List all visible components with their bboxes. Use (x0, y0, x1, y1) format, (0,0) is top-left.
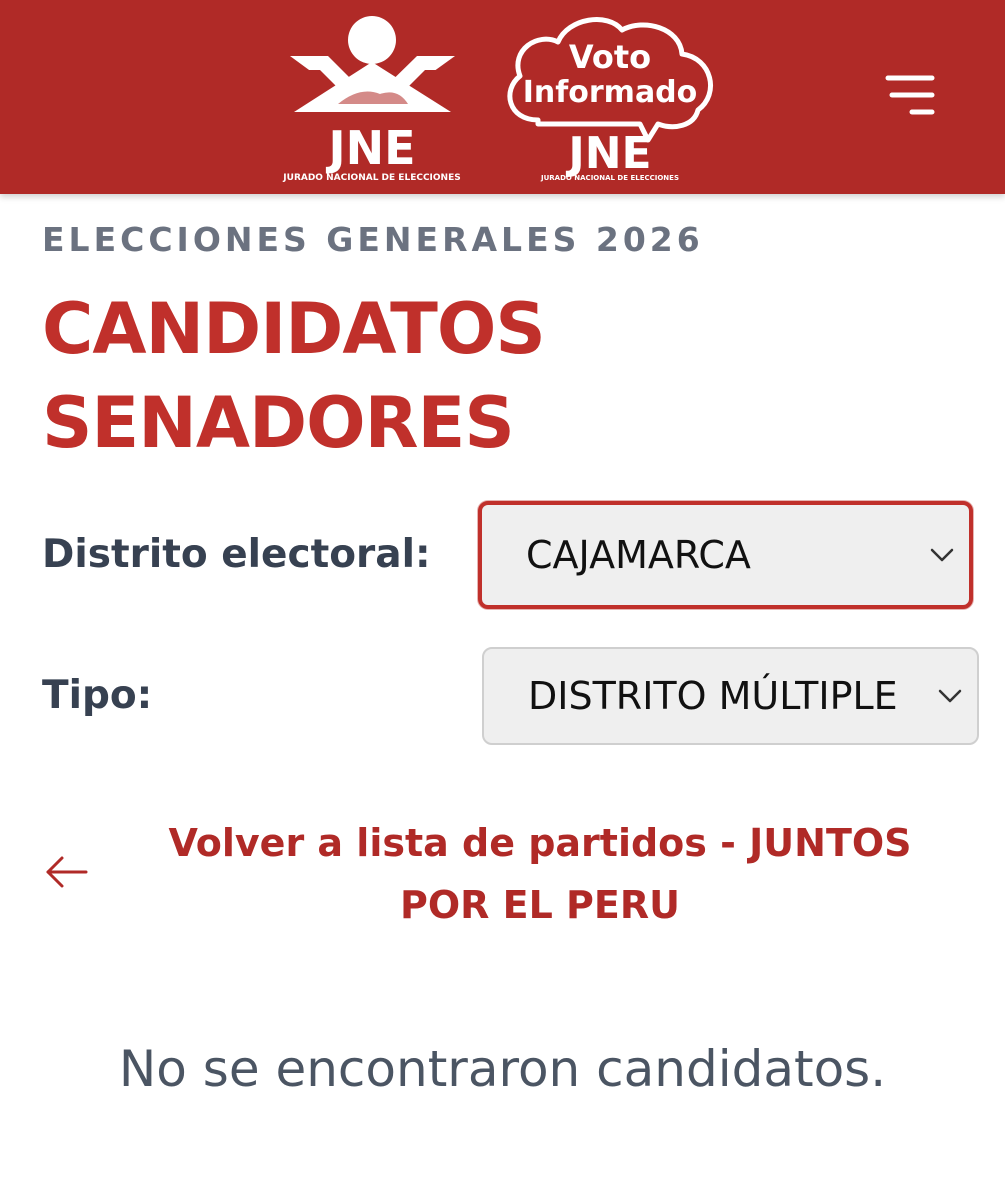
page-title-line2: SENADORES (42, 382, 515, 464)
voto-logo-line1: Voto (569, 38, 651, 76)
distrito-label: Distrito electoral: (42, 532, 431, 577)
jne-logo-subtext: JURADO NACIONAL DE ELECCIONES (282, 173, 460, 183)
jne-logo[interactable]: JNE JURADO NACIONAL DE ELECCIONES (280, 8, 465, 186)
distrito-select[interactable]: CAJAMARCA (478, 501, 973, 609)
arrow-left-icon (46, 856, 88, 888)
page-title-line1: CANDIDATOS (42, 288, 546, 370)
site-header: JNE JURADO NACIONAL DE ELECCIONES Voto I… (0, 0, 1005, 194)
jne-logo-text: JNE (325, 121, 415, 175)
voto-logo-jne: JNE (565, 128, 651, 179)
tipo-select-value: DISTRITO MÚLTIPLE (528, 674, 898, 718)
hamburger-menu-icon[interactable] (880, 72, 940, 118)
election-eyebrow: ELECCIONES GENERALES 2026 (42, 220, 704, 259)
voto-informado-logo[interactable]: Voto Informado JNE JURADO NACIONAL DE EL… (498, 10, 726, 185)
voto-logo-line2: Informado (523, 75, 698, 110)
voto-logo-subtext: JURADO NACIONAL DE ELECCIONES (540, 174, 679, 182)
back-to-parties-link[interactable]: Volver a lista de partidos - JUNTOS POR … (40, 810, 970, 940)
back-link-label: Volver a lista de partidos - JUNTOS POR … (168, 821, 912, 927)
page-title: CANDIDATOS SENADORES (42, 282, 742, 470)
chevron-down-icon (938, 689, 962, 703)
empty-state-message: No se encontraron candidatos. (118, 1040, 887, 1098)
tipo-select[interactable]: DISTRITO MÚLTIPLE (482, 647, 979, 745)
distrito-select-value: CAJAMARCA (526, 533, 751, 577)
chevron-down-icon (930, 548, 954, 562)
tipo-label: Tipo: (42, 673, 153, 718)
